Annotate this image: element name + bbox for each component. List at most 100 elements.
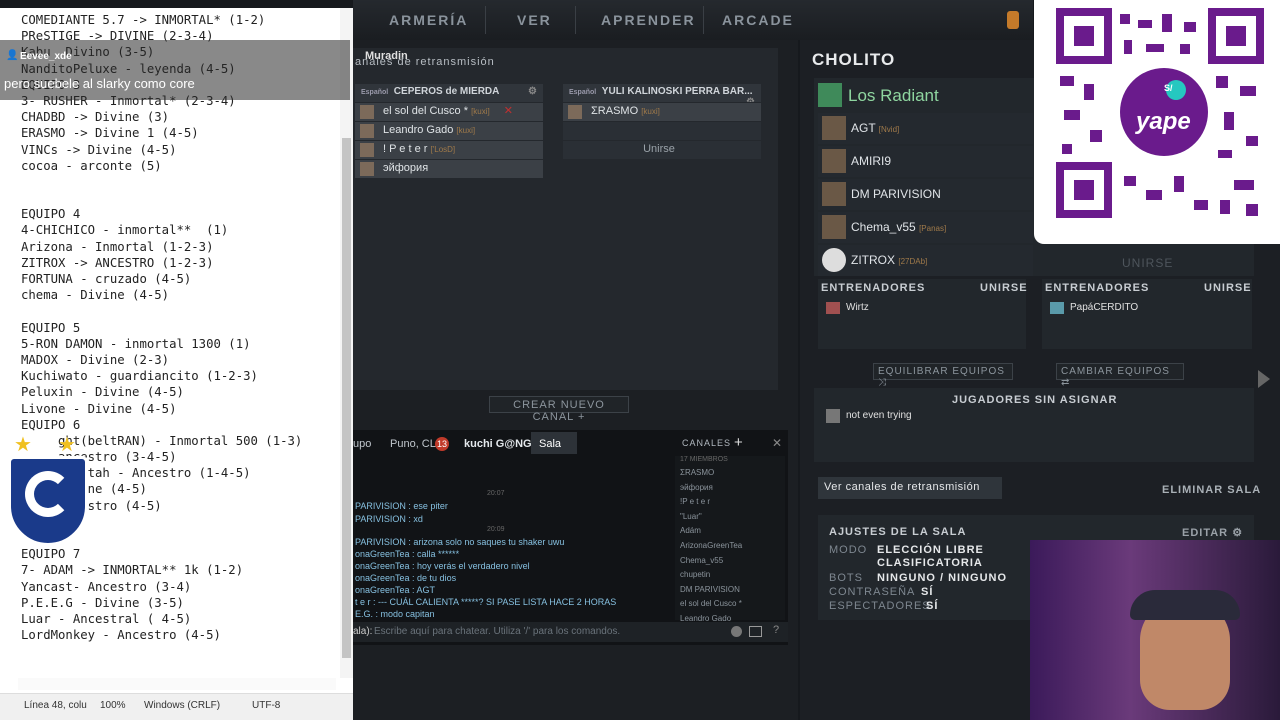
tab-group[interactable]: upo	[353, 438, 371, 450]
list-item[interactable]: Adám	[675, 526, 785, 541]
list-item[interactable]: "Luar"	[675, 512, 785, 527]
player-slot[interactable]: DM PARIVISION	[818, 179, 1033, 210]
notepad-line: FORTUNA - cruzado (4-5)	[21, 272, 192, 286]
list-item[interactable]: эйфория	[355, 160, 543, 178]
nav-arcade[interactable]: ARCADE	[722, 12, 794, 28]
avatar	[360, 124, 374, 138]
notepad-line	[21, 174, 341, 190]
notepad-line: Peluxin - Divine (4-5)	[21, 385, 184, 400]
notepad-line: Luar - Ancestral ( 4-5)	[21, 611, 192, 626]
notepad-line: Arizona - Inmortal (1-2-3)	[21, 239, 214, 254]
list-item[interactable]: DM PARIVISION	[675, 585, 785, 600]
avatar	[822, 215, 846, 239]
nav-learn[interactable]: APRENDER	[601, 12, 696, 28]
scrollbar-thumb[interactable]	[342, 138, 351, 658]
list-item[interactable]: el sol del Cusco *	[675, 599, 785, 614]
player-slot[interactable]: AMIRI9	[818, 146, 1033, 177]
broadcast-channel-2[interactable]: Español YULI KALINOSKI PERRA BAR...⚙ ΣRA…	[563, 84, 761, 159]
notepad-line: Kuchiwato - guardiancito (1-2-3)	[21, 369, 258, 384]
list-item[interactable]: Leandro Gado [kuxi]	[355, 122, 543, 140]
edit-settings-button[interactable]: EDITAR ⚙	[1182, 526, 1243, 539]
panel-title: anales de retransmisión	[355, 56, 495, 68]
unassigned-label: JUGADORES SIN ASIGNAR	[952, 394, 1118, 406]
help-icon[interactable]: ?	[773, 624, 779, 636]
user-icon: 👤	[6, 50, 19, 61]
list-item[interactable]: ΣRASMO [kuxi]	[563, 103, 761, 121]
chat-line: PARIVISION : xd	[355, 514, 423, 524]
notepad-line	[21, 303, 341, 319]
currency-symbol: S/	[1164, 83, 1173, 93]
swap-teams-button[interactable]: CAMBIAR EQUIPOS ⇄	[1056, 363, 1184, 388]
gear-icon: ⚙	[746, 97, 755, 102]
list-item[interactable]: эйфория	[675, 483, 785, 498]
nav-divider	[575, 6, 576, 34]
nav-watch[interactable]: VER	[517, 12, 552, 28]
stream-chat-overlay: 👤 Eevee_xde pero suebele al slarky como …	[0, 40, 350, 100]
close-icon[interactable]: ✕	[504, 104, 513, 117]
avatar	[1050, 302, 1064, 314]
chat-username: Eevee_xde	[20, 51, 72, 62]
chat-line: E.G. : modo capitan	[355, 609, 435, 619]
tab-kuchi[interactable]: kuchi G@NG	[464, 438, 532, 450]
emoji-icon[interactable]	[731, 626, 742, 637]
list-item[interactable]: ! P e t e r ['LosD]	[355, 141, 543, 159]
gear-icon: ⚙	[1232, 527, 1244, 539]
chat-input[interactable]: ala): Escribe aquí para chatear. Utiliza…	[353, 622, 788, 642]
player-slot[interactable]: AGT [Nvid]	[818, 113, 1033, 144]
avatar	[822, 182, 846, 206]
add-channel-icon[interactable]: +	[734, 434, 743, 451]
crest-c-shape	[25, 471, 71, 517]
star-icon: ★	[14, 434, 32, 456]
list-item[interactable]: ArizonaGreenTea	[675, 541, 785, 556]
join-button[interactable]: Unirse	[563, 141, 761, 159]
notepad-text[interactable]: COMEDIANTE 5.7 -> INMORTAL* (1-2) PReSTIG…	[21, 12, 341, 643]
scrollbar[interactable]	[340, 8, 353, 678]
notepad-line: EQUIPO 7	[21, 547, 81, 562]
list-item[interactable]: chupetin	[675, 570, 785, 585]
streamer-cap	[1130, 590, 1240, 620]
nav-armory[interactable]: ARMERÍA	[389, 12, 468, 28]
image-icon[interactable]	[749, 626, 762, 637]
avatar	[822, 248, 846, 272]
player-slot[interactable]: ZITROX [27DAb]	[818, 245, 1033, 276]
broadcast-channel-1[interactable]: Español CEPEROS de MIERDA ⚙ el sol del Cu…	[355, 84, 543, 178]
nav-divider	[703, 6, 704, 34]
star-icon: ★	[58, 434, 76, 456]
coaches-join-button[interactable]: UNIRSE	[980, 282, 1028, 294]
brand-logo: yape	[1136, 108, 1191, 135]
coaches-join-button[interactable]: UNIRSE	[1204, 282, 1252, 294]
close-icon[interactable]: ✕	[772, 436, 782, 450]
join-dire-button[interactable]: UNIRSE	[1122, 256, 1173, 270]
tab-sala[interactable]: Sala	[539, 438, 561, 450]
delete-room-button[interactable]: ELIMINAR SALA	[1162, 484, 1261, 496]
unread-badge: 13	[435, 437, 449, 451]
arrow-right-icon[interactable]	[1258, 370, 1270, 388]
player-slot[interactable]: Chema_v55 [Panas]	[818, 212, 1033, 243]
avatar	[822, 149, 846, 173]
chat-time: 20:07	[487, 490, 505, 497]
club-crest-logo	[8, 456, 88, 546]
channel-header: Español CEPEROS de MIERDA ⚙	[355, 84, 543, 102]
avatar	[568, 105, 582, 119]
lobby-title: CHOLITO	[812, 50, 896, 69]
avatar	[826, 302, 840, 314]
avatar	[822, 116, 846, 140]
notepad-line: ZITROX -> ANCESTRO (1-2-3)	[21, 255, 214, 270]
list-item[interactable]: !P e t e r	[675, 497, 785, 512]
view-channels-button[interactable]: Ver canales de retransmisión	[818, 477, 1002, 499]
create-channel-button[interactable]: CREAR NUEVO CANAL +	[489, 396, 629, 423]
notepad-line: EQUIPO 4	[21, 207, 81, 222]
coach-name: Wirtz	[846, 302, 869, 313]
setting-bots: BOTS NINGUNO / NINGUNO	[829, 572, 1008, 584]
list-item[interactable]: el sol del Cusco * [kuxi] ✕	[355, 103, 543, 121]
notepad-line: 4-CHICHICO - inmortal** (1)	[21, 223, 229, 238]
shard-icon[interactable]	[1007, 11, 1019, 29]
chat-line: onaGreenTea : de tu dios	[355, 573, 457, 583]
tab-puno[interactable]: Puno, CL	[390, 438, 436, 450]
list-item[interactable]: ΣRASMO	[675, 468, 785, 483]
yape-qr-code: S/ yape	[1034, 0, 1280, 244]
balance-teams-button[interactable]: EQUILIBRAR EQUIPOS ⤨	[873, 363, 1013, 388]
unassigned-player[interactable]: not even trying	[846, 410, 912, 421]
list-item[interactable]: Chema_v55	[675, 556, 785, 571]
horizontal-scrollbar[interactable]	[18, 678, 336, 690]
